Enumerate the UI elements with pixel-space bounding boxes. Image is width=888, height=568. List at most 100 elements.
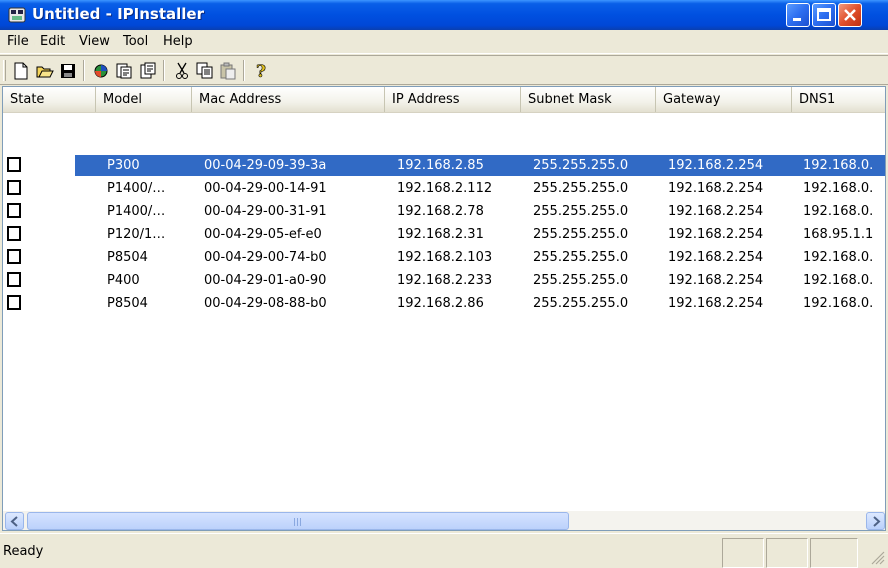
cell-subnet-mask: 255.255.255.0 <box>533 158 629 173</box>
save-icon <box>61 64 75 78</box>
save-button[interactable] <box>57 60 79 82</box>
cell-mac-address: 00-04-29-00-14-91 <box>204 181 327 196</box>
menu-bar: File Edit View Tool Help <box>0 30 888 54</box>
app-icon <box>8 7 26 23</box>
status-bar: Ready <box>0 533 888 568</box>
state-checkbox[interactable] <box>7 203 21 218</box>
cell-dns1: 192.168.0. <box>803 204 874 219</box>
cut-button[interactable] <box>171 60 193 82</box>
cell-ip-address: 192.168.2.103 <box>397 250 493 265</box>
column-header-subnet-mask[interactable]: Subnet Mask <box>521 87 656 112</box>
cell-gateway: 192.168.2.254 <box>668 204 764 219</box>
cell-ip-address: 192.168.2.85 <box>397 158 484 173</box>
cell-subnet-mask: 255.255.255.0 <box>533 296 629 311</box>
cell-subnet-mask: 255.255.255.0 <box>533 181 629 196</box>
table-row[interactable]: P8504 00-04-29-08-88-b0 192.168.2.86 255… <box>3 293 885 316</box>
status-pane <box>810 538 858 568</box>
cell-model: P1400/… <box>107 204 166 219</box>
cell-subnet-mask: 255.255.255.0 <box>533 250 629 265</box>
scroll-left-button[interactable] <box>5 512 24 530</box>
toolbar-separator <box>163 60 165 81</box>
open-icon <box>36 66 54 78</box>
cell-subnet-mask: 255.255.255.0 <box>533 227 629 242</box>
cell-mac-address: 00-04-29-05-ef-e0 <box>204 227 322 242</box>
scroll-right-button[interactable] <box>866 512 885 530</box>
title-bar[interactable]: Untitled - IPInstaller <box>0 0 888 30</box>
state-checkbox[interactable] <box>7 295 21 310</box>
scroll-grip <box>294 518 304 526</box>
minimize-icon <box>793 18 801 21</box>
arrow-right-icon <box>873 516 881 527</box>
state-checkbox[interactable] <box>7 249 21 264</box>
cell-mac-address: 00-04-29-09-39-3a <box>204 158 327 173</box>
cell-model: P8504 <box>107 250 148 265</box>
cell-ip-address: 192.168.2.112 <box>397 181 493 196</box>
table-row[interactable]: P8504 00-04-29-00-74-b0 192.168.2.103 25… <box>3 247 885 270</box>
cell-dns1: 192.168.0. <box>803 296 874 311</box>
state-checkbox[interactable] <box>7 226 21 241</box>
help-icon: ? <box>256 62 267 80</box>
cell-gateway: 192.168.2.254 <box>668 296 764 311</box>
open-button[interactable] <box>34 60 56 82</box>
toolbar-separator <box>83 60 85 81</box>
table-row[interactable]: P1400/… 00-04-29-00-14-91 192.168.2.112 … <box>3 178 885 201</box>
column-header-model[interactable]: Model <box>96 87 192 112</box>
status-text: Ready <box>3 544 44 559</box>
menu-view[interactable]: View <box>79 34 110 49</box>
column-header-dns1[interactable]: DNS1 <box>792 87 885 112</box>
column-header-gateway[interactable]: Gateway <box>656 87 792 112</box>
resize-grip-icon[interactable] <box>868 548 886 566</box>
cell-gateway: 192.168.2.254 <box>668 250 764 265</box>
svg-text:?: ? <box>256 62 266 80</box>
maximize-button[interactable] <box>812 3 836 27</box>
paste-button[interactable] <box>217 60 239 82</box>
cell-ip-address: 192.168.2.233 <box>397 273 493 288</box>
device-list[interactable]: State Model Mac Address IP Address Subne… <box>2 86 886 531</box>
table-header: State Model Mac Address IP Address Subne… <box>3 87 885 113</box>
cell-gateway: 192.168.2.254 <box>668 273 764 288</box>
cell-mac-address: 00-04-29-08-88-b0 <box>204 296 327 311</box>
horizontal-scrollbar[interactable] <box>3 511 885 530</box>
toolbar-separator <box>243 60 245 81</box>
status-pane <box>766 538 808 568</box>
new-button[interactable] <box>10 60 32 82</box>
copy-icon <box>196 62 213 79</box>
minimize-button[interactable] <box>786 3 810 27</box>
menu-tool[interactable]: Tool <box>123 34 148 49</box>
copy-button[interactable] <box>194 60 216 82</box>
toolbar-grip[interactable] <box>3 60 6 81</box>
cell-ip-address: 192.168.2.78 <box>397 204 484 219</box>
cell-ip-address: 192.168.2.31 <box>397 227 484 242</box>
menu-file[interactable]: File <box>7 34 29 49</box>
window-title: Untitled - IPInstaller <box>32 5 204 23</box>
table-row[interactable]: P1400/… 00-04-29-00-31-91 192.168.2.78 2… <box>3 201 885 224</box>
upload-icon <box>140 62 156 79</box>
cell-dns1: 192.168.0. <box>803 158 874 173</box>
cut-icon <box>176 62 188 79</box>
cell-subnet-mask: 255.255.255.0 <box>533 273 629 288</box>
column-header-mac-address[interactable]: Mac Address <box>192 87 385 112</box>
close-button[interactable] <box>838 3 862 27</box>
upload-button[interactable] <box>137 60 159 82</box>
state-checkbox[interactable] <box>7 180 21 195</box>
cell-model: P1400/… <box>107 181 166 196</box>
table-row[interactable]: P120/1… 00-04-29-05-ef-e0 192.168.2.31 2… <box>3 224 885 247</box>
paste-icon <box>220 62 236 80</box>
arrow-left-icon <box>10 516 18 527</box>
cell-gateway: 192.168.2.254 <box>668 227 764 242</box>
search-devices-button[interactable] <box>90 60 112 82</box>
table-row[interactable]: P400 00-04-29-01-a0-90 192.168.2.233 255… <box>3 270 885 293</box>
menu-edit[interactable]: Edit <box>40 34 65 49</box>
menu-help[interactable]: Help <box>163 34 193 49</box>
scroll-thumb[interactable] <box>27 512 569 530</box>
state-checkbox[interactable] <box>7 157 21 172</box>
help-button[interactable]: ? <box>250 60 272 82</box>
cell-dns1: 168.95.1.1 <box>803 227 874 242</box>
column-header-state[interactable]: State <box>3 87 96 112</box>
toolbar: ? <box>0 55 888 85</box>
download-button[interactable] <box>113 60 135 82</box>
state-checkbox[interactable] <box>7 272 21 287</box>
cell-mac-address: 00-04-29-00-74-b0 <box>204 250 327 265</box>
column-header-ip-address[interactable]: IP Address <box>385 87 521 112</box>
table-row[interactable]: P300 00-04-29-09-39-3a 192.168.2.85 255.… <box>3 155 885 178</box>
